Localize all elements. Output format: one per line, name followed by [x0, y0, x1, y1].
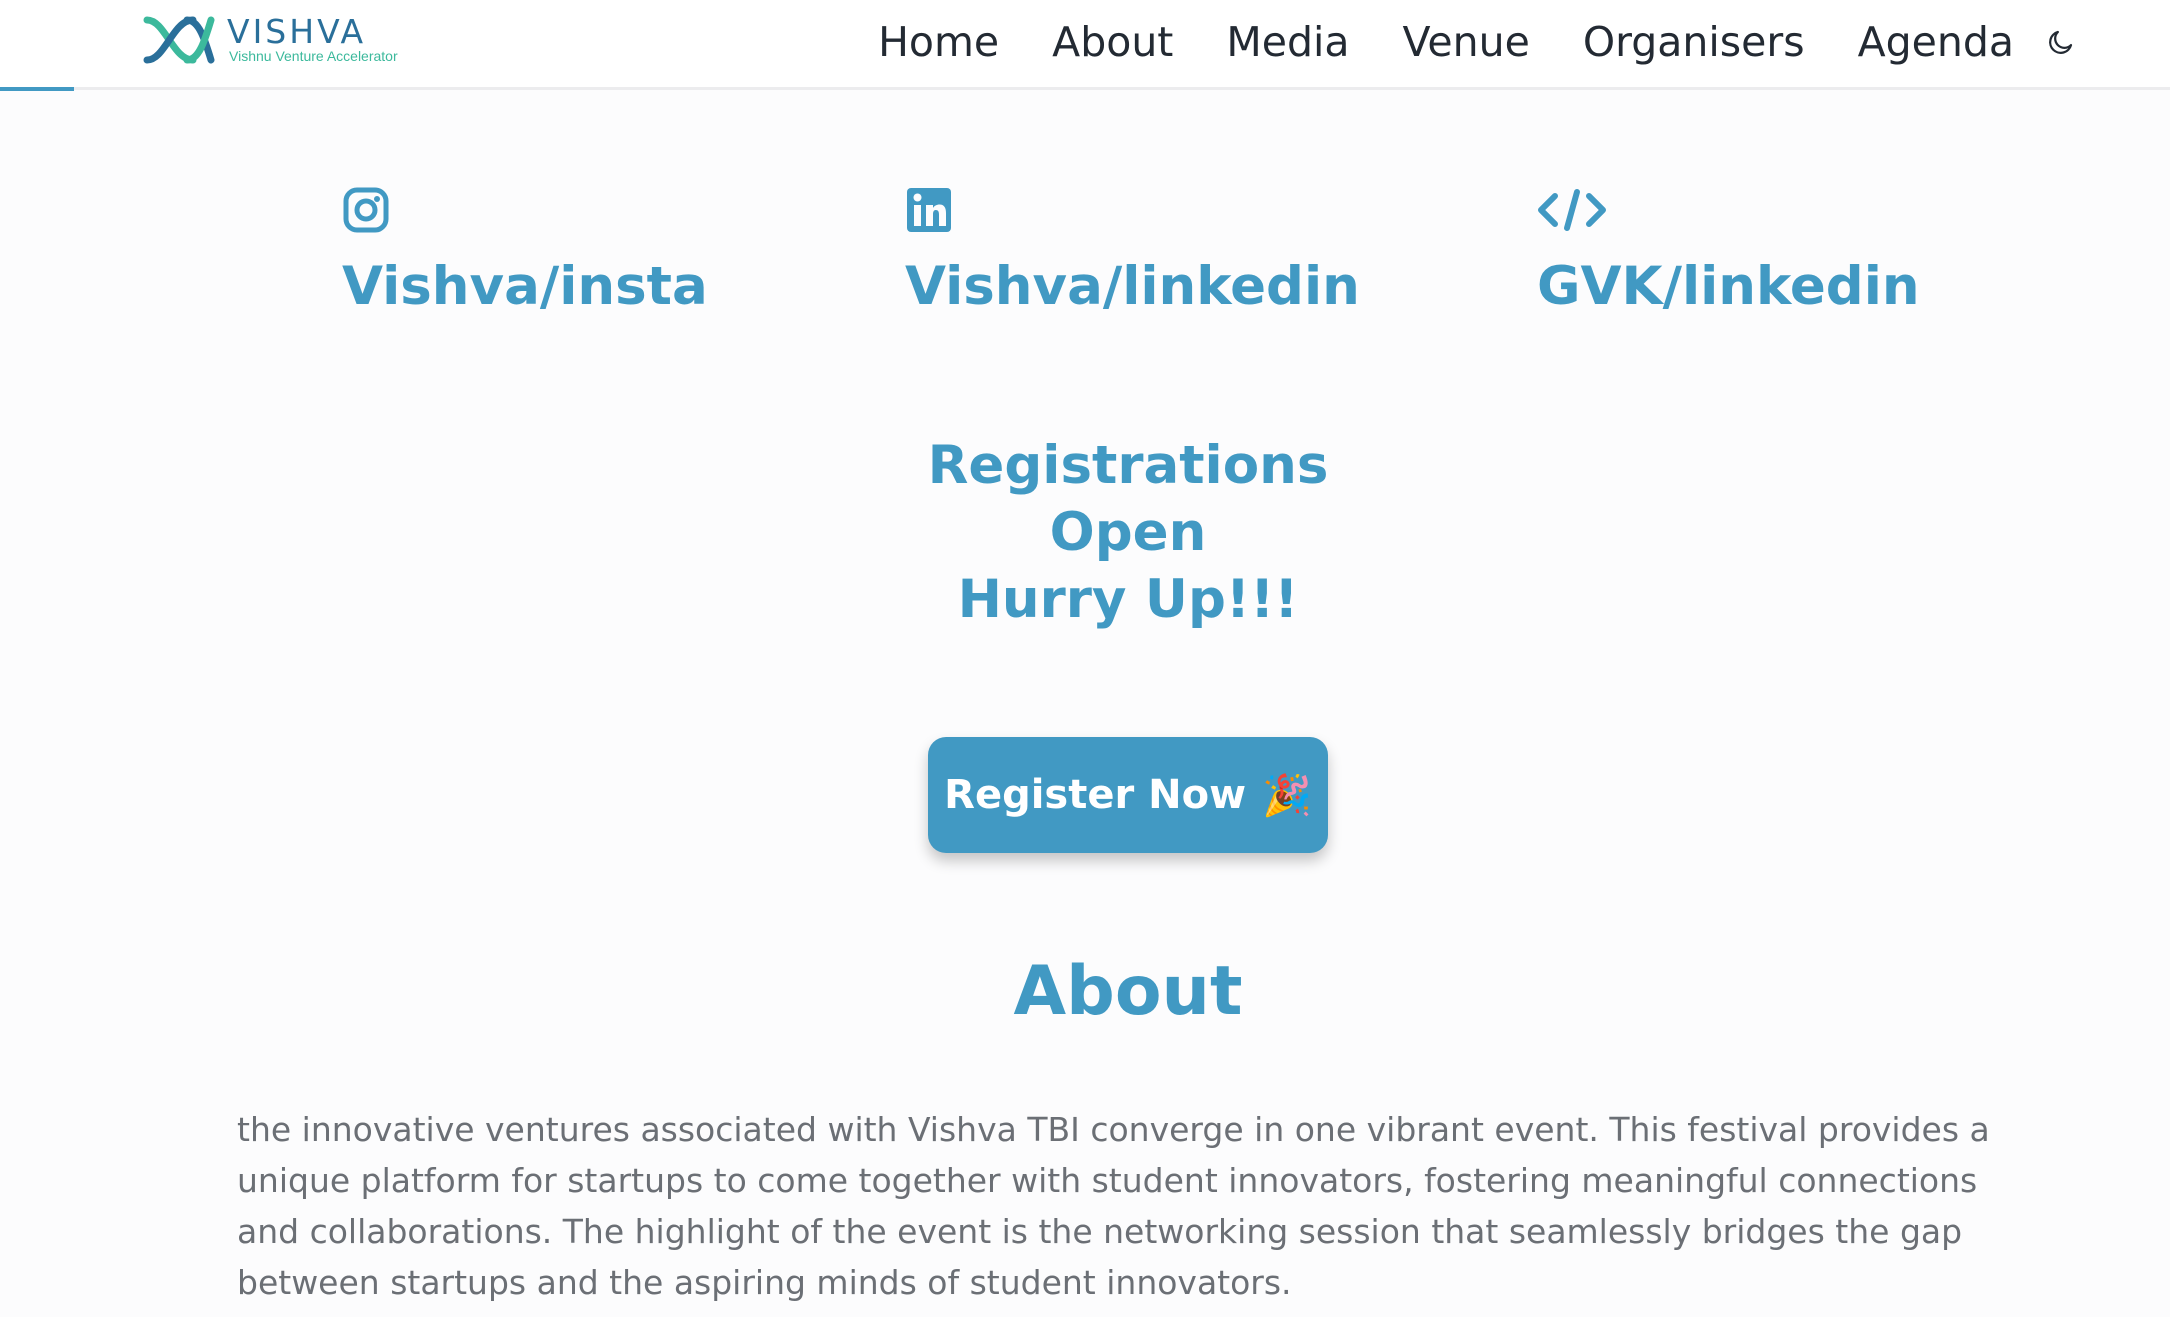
moon-icon — [2049, 30, 2073, 54]
navbar: VISHVA Vishnu Venture Accelerator Home A… — [0, 0, 2170, 90]
nav-venue[interactable]: Venue — [1403, 18, 1530, 66]
nav-agenda[interactable]: Agenda — [1858, 18, 2014, 66]
brand-name: VISHVA — [227, 12, 367, 51]
register-button-label: Register Now — [944, 772, 1247, 818]
party-popper-icon: 🎉 — [1262, 772, 1312, 819]
social-link-gvk[interactable]: GVK/linkedin — [1537, 184, 1920, 317]
vishva-logo-icon — [143, 16, 215, 64]
social-link-instagram[interactable]: Vishva/insta — [342, 184, 708, 317]
nav-organisers[interactable]: Organisers — [1583, 18, 1805, 66]
register-now-button[interactable]: Register Now 🎉 — [928, 737, 1328, 853]
nav-media[interactable]: Media — [1226, 18, 1349, 66]
nav-home[interactable]: Home — [878, 18, 999, 66]
code-icon — [1538, 189, 1606, 231]
registration-line-3: Hurry Up!!! — [957, 569, 1299, 630]
social-label-gvk: GVK/linkedin — [1537, 256, 1920, 317]
registration-line-1: Registrations — [927, 435, 1329, 496]
about-heading: About — [1013, 952, 1243, 1031]
nav-about[interactable]: About — [1052, 18, 1173, 66]
social-label-instagram: Vishva/insta — [342, 256, 708, 317]
registration-heading: Registrations Open Hurry Up!!! — [0, 432, 2170, 633]
linkedin-icon — [907, 188, 951, 232]
instagram-icon — [343, 187, 389, 233]
about-paragraph: the innovative ventures associated with … — [237, 1110, 1990, 1302]
social-link-linkedin[interactable]: Vishva/linkedin — [905, 184, 1360, 317]
brand-tagline: Vishnu Venture Accelerator — [229, 48, 398, 64]
theme-toggle-button[interactable] — [2044, 25, 2078, 59]
registration-line-2: Open — [1049, 502, 1207, 563]
main-nav: Home About Media Venue Organisers Agenda — [878, 12, 2078, 72]
nav-active-indicator — [0, 87, 74, 91]
brand-logo[interactable]: VISHVA Vishnu Venture Accelerator — [143, 12, 403, 70]
social-label-linkedin: Vishva/linkedin — [905, 256, 1360, 317]
